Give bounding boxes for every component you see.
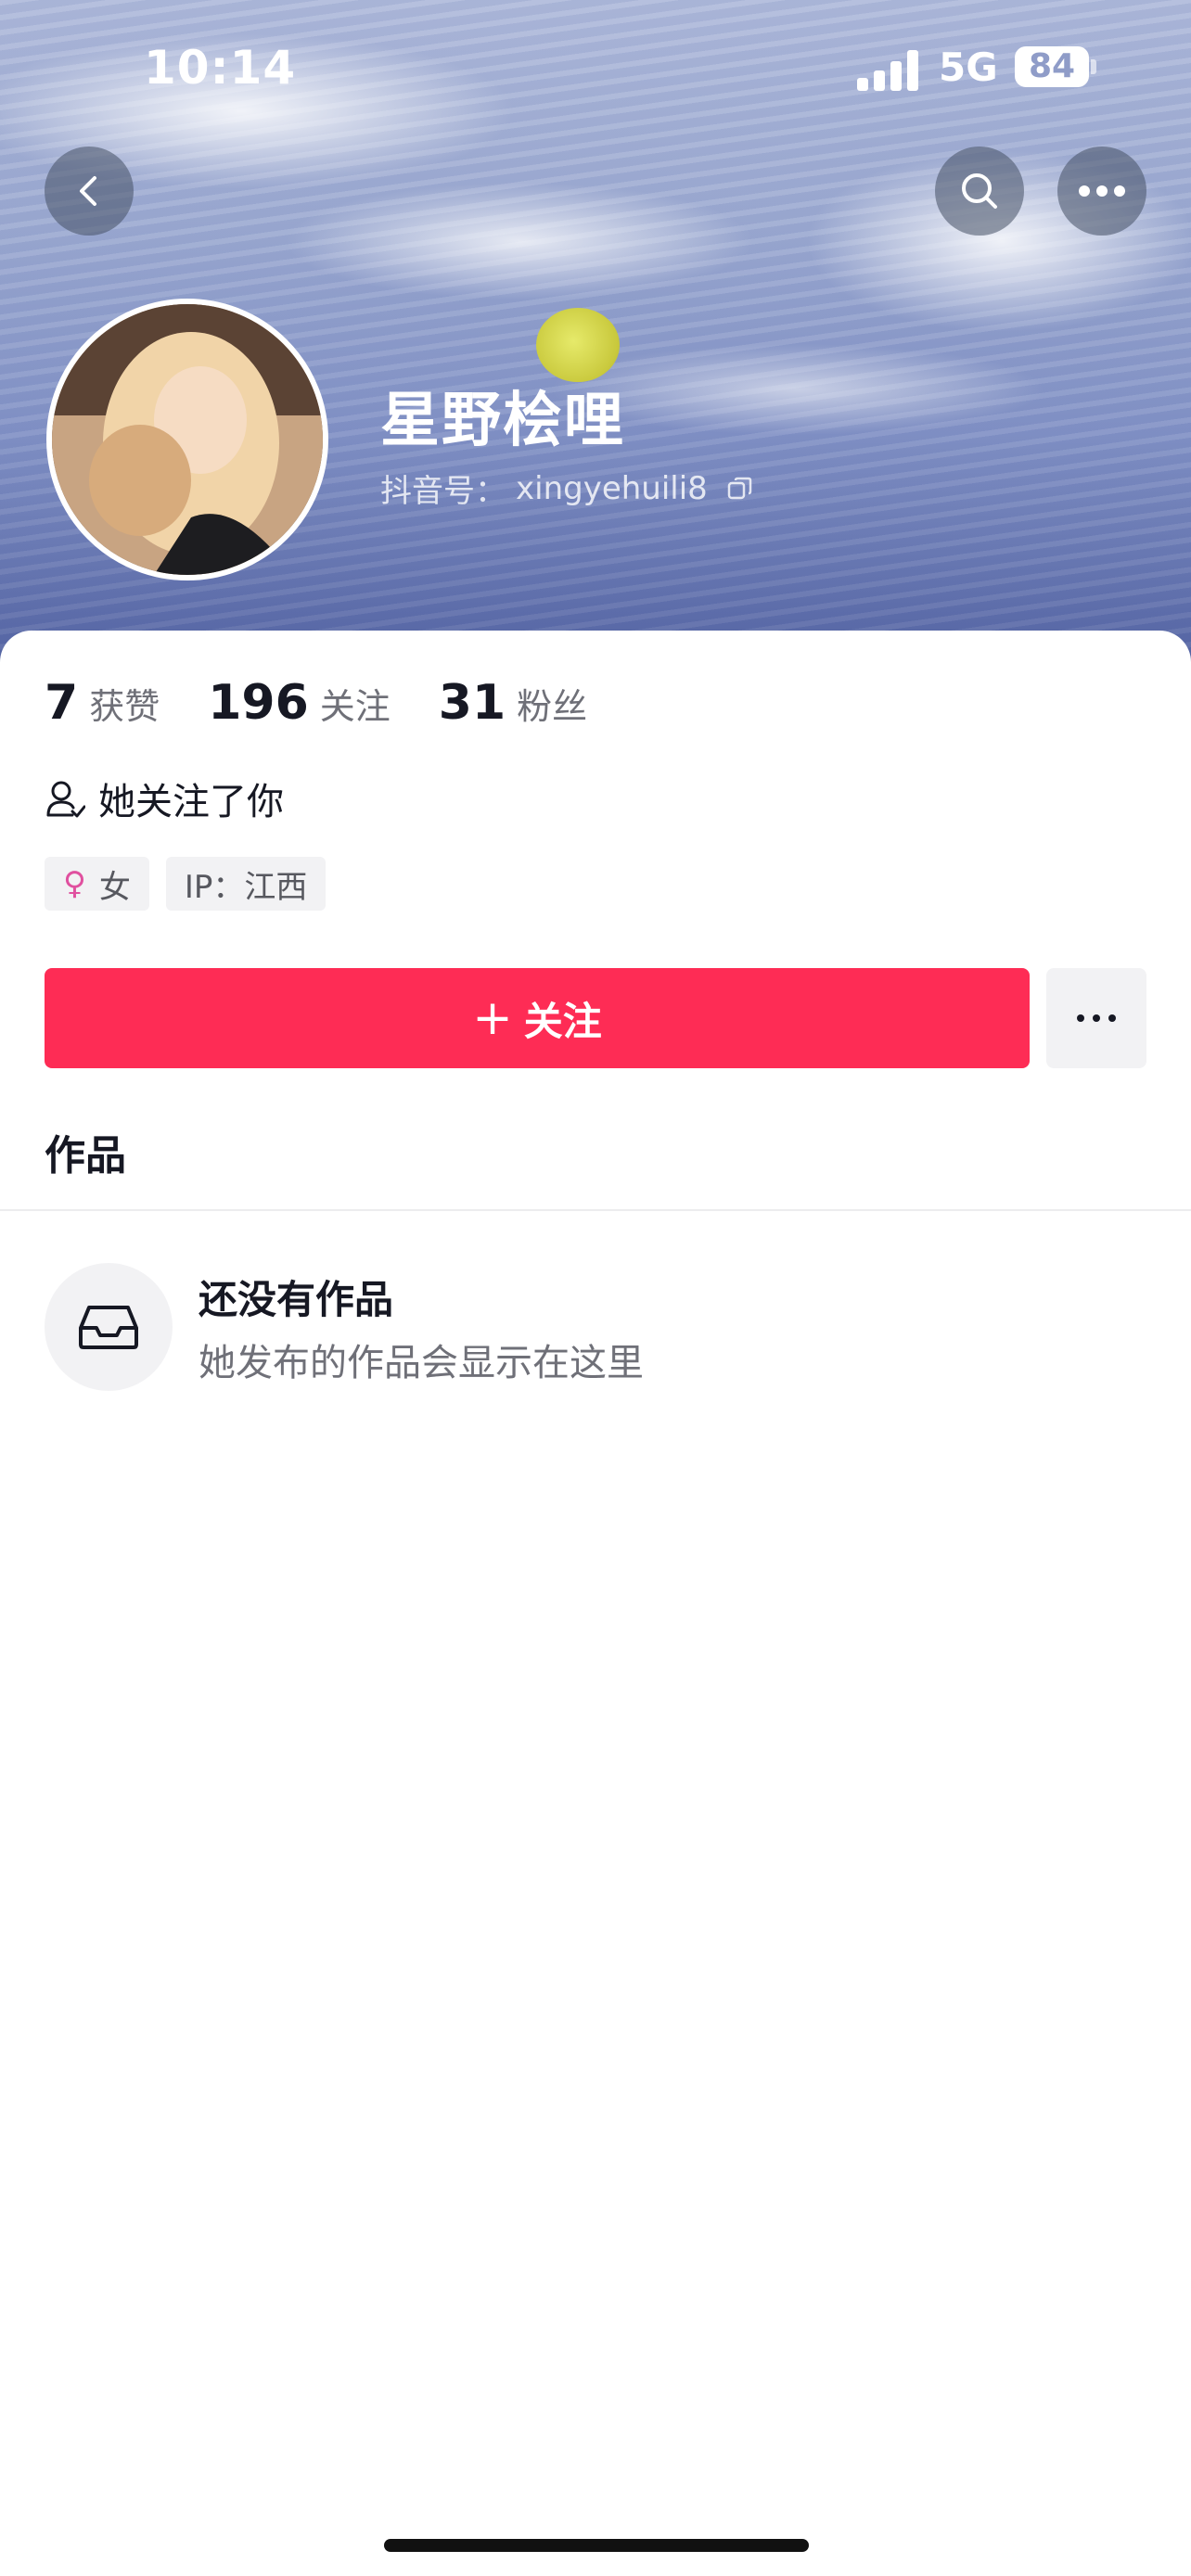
- battery-tip: [1091, 59, 1096, 74]
- gender-label: 女: [98, 868, 131, 906]
- nickname: 星野桧哩: [380, 387, 625, 455]
- back-button[interactable]: [45, 147, 134, 236]
- gender-tag: ♀ 女: [45, 857, 149, 911]
- search-icon: [962, 173, 997, 209]
- battery-icon: 84: [1015, 46, 1089, 87]
- follows-you-row: 她关注了你: [45, 772, 284, 825]
- stats-row: 7 获赞 196 关注 31 粉丝: [45, 675, 635, 731]
- signal-icon: [857, 50, 922, 91]
- ip-tag: IP：江西: [165, 857, 327, 911]
- status-bar: 10:14 5G 84: [0, 37, 1191, 102]
- home-indicator[interactable]: [384, 2539, 809, 2552]
- empty-state: 还没有作品 她发布的作品会显示在这里: [45, 1263, 644, 1391]
- stat-followers[interactable]: 31 粉丝: [439, 675, 587, 731]
- female-icon: ♀: [63, 865, 86, 902]
- avatar-image: [52, 304, 323, 575]
- stat-following-label: 关注: [319, 686, 391, 727]
- ellipsis-icon: [1077, 1014, 1116, 1022]
- more-horizontal-icon: [1079, 185, 1125, 197]
- plus-icon: +: [472, 990, 513, 1046]
- douyin-id[interactable]: 抖音号： xingyehuili8: [380, 465, 754, 511]
- douyin-id-prefix: 抖音号：: [380, 473, 506, 510]
- stat-followers-value: 31: [438, 675, 506, 731]
- network-type: 5G: [939, 45, 998, 90]
- stat-following[interactable]: 196 关注: [208, 675, 391, 731]
- stat-following-value: 196: [208, 675, 309, 731]
- profile-card: 7 获赞 196 关注 31 粉丝 她关注了你 ♀ 女 IP：江西 + 关注 作…: [0, 631, 1191, 2576]
- profile-banner: 10:14 5G 84 星野桧哩 抖音号： xingyehuili8: [0, 0, 1191, 668]
- more-actions-button[interactable]: [1046, 968, 1146, 1068]
- inbox-icon: [79, 1306, 138, 1349]
- douyin-id-value: xingyehuili8: [516, 469, 708, 507]
- follow-button-label: 关注: [523, 998, 602, 1044]
- stat-likes-value: 7: [45, 675, 79, 731]
- battery-level: 84: [1028, 47, 1076, 85]
- empty-state-text: 还没有作品 她发布的作品会显示在这里: [198, 1269, 644, 1386]
- chevron-left-icon: [80, 176, 96, 206]
- more-options-button[interactable]: [1057, 147, 1146, 236]
- follows-you-text: 她关注了你: [98, 781, 284, 823]
- stat-likes-label: 获赞: [89, 686, 160, 727]
- search-button[interactable]: [935, 147, 1024, 236]
- divider: [0, 1209, 1191, 1211]
- empty-state-subtitle: 她发布的作品会显示在这里: [198, 1341, 644, 1384]
- follow-button[interactable]: + 关注: [45, 968, 1030, 1068]
- person-icon: [46, 781, 85, 818]
- tab-works[interactable]: 作品: [45, 1122, 126, 1181]
- empty-state-title: 还没有作品: [198, 1276, 394, 1322]
- empty-state-icon-wrap: [45, 1263, 173, 1391]
- stat-followers-label: 粉丝: [517, 686, 588, 727]
- stat-likes[interactable]: 7 获赞: [45, 675, 160, 731]
- ip-label: IP：江西: [184, 868, 308, 906]
- banner-decoration: [536, 308, 620, 382]
- copy-icon[interactable]: [726, 475, 754, 503]
- status-time: 10:14: [144, 41, 297, 95]
- avatar[interactable]: [46, 299, 328, 580]
- profile-tags: ♀ 女 IP：江西: [45, 857, 342, 911]
